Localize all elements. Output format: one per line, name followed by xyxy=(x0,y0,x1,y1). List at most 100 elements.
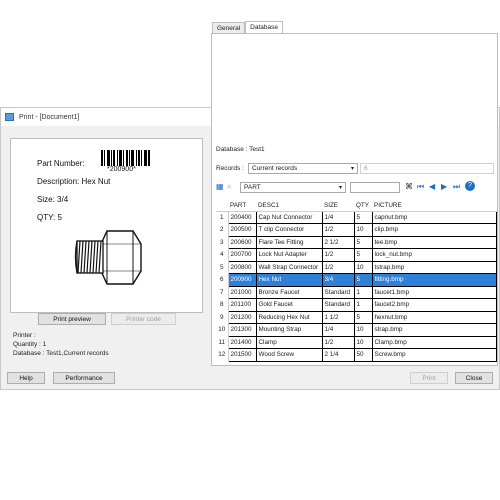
find-text-icon[interactable]: ⌘ xyxy=(405,182,413,191)
print-button[interactable]: Print xyxy=(410,372,448,384)
table-row[interactable]: 7 201000 Bronze Faucet Standard 1 faucet1.bmp xyxy=(216,285,497,299)
table-cell[interactable]: 1/2 xyxy=(321,223,355,237)
table-cell[interactable]: 2 1/2 xyxy=(321,235,355,249)
column-header[interactable]: DESC1 xyxy=(256,201,322,212)
table-cell[interactable]: lock_nut.bmp xyxy=(371,248,497,262)
table-cell[interactable]: Lock Nut Adapter xyxy=(255,248,323,262)
row-number[interactable]: 12 xyxy=(216,348,229,361)
table-row[interactable]: 11 201400 Clamp 1/2 10 Clamp.bmp xyxy=(216,335,497,349)
table-cell[interactable]: 201200 xyxy=(227,310,257,324)
table-cell[interactable]: 5 xyxy=(353,273,373,287)
row-number[interactable]: 5 xyxy=(216,261,229,274)
table-row[interactable]: 9 201200 Reducing Hex Nut 1 1/2 5 hexnut.bmp xyxy=(216,310,497,324)
table-cell[interactable]: capnut.bmp xyxy=(371,210,497,224)
table-cell[interactable]: Cap Nut Connector xyxy=(255,210,323,224)
table-cell[interactable]: 10 xyxy=(353,260,373,274)
binoculars-icon[interactable]: ⌕ xyxy=(227,182,231,192)
table-cell[interactable]: tee.bmp xyxy=(371,235,497,249)
row-number[interactable]: 3 xyxy=(216,236,229,249)
table-cell[interactable]: faucet1.bmp xyxy=(371,285,497,299)
help-icon[interactable]: ? xyxy=(465,181,475,191)
table-cell[interactable]: Clamp xyxy=(255,335,323,349)
help-button[interactable]: Help xyxy=(7,372,45,384)
table-cell[interactable]: tstrap.bmp xyxy=(371,260,497,274)
tab-database[interactable]: Database xyxy=(245,21,283,33)
table-icon[interactable]: ▦ xyxy=(216,182,224,191)
row-number[interactable]: 10 xyxy=(216,323,229,336)
last-record-icon[interactable]: ⏭ xyxy=(453,182,460,192)
table-cell[interactable]: Mounting Strap xyxy=(255,323,323,337)
table-cell[interactable]: 201000 xyxy=(227,285,257,299)
row-number[interactable]: 9 xyxy=(216,311,229,324)
search-input[interactable] xyxy=(350,182,400,193)
column-header[interactable]: PART xyxy=(228,201,256,212)
table-cell[interactable]: 201300 xyxy=(227,323,257,337)
table-cell[interactable]: Screw.bmp xyxy=(371,348,497,362)
previous-record-icon[interactable]: ◀ xyxy=(429,182,435,191)
row-number[interactable]: 11 xyxy=(216,336,229,349)
table-cell[interactable]: 5 xyxy=(353,210,373,224)
row-number[interactable]: 4 xyxy=(216,248,229,261)
table-cell[interactable]: strap.bmp xyxy=(371,323,497,337)
row-number[interactable]: 1 xyxy=(216,211,229,224)
table-row[interactable]: 2 200500 T clip Connector 1/2 10 clip.bmp xyxy=(216,223,497,237)
table-cell[interactable]: Hex Nut xyxy=(255,273,323,287)
row-number[interactable]: 7 xyxy=(216,286,229,299)
performance-button[interactable]: Performance xyxy=(53,372,115,384)
table-cell[interactable]: 201100 xyxy=(227,298,257,312)
table-cell[interactable]: 1/4 xyxy=(321,323,355,337)
table-cell[interactable]: 1/2 xyxy=(321,248,355,262)
table-cell[interactable]: 5 xyxy=(353,310,373,324)
close-button[interactable]: Close xyxy=(455,372,493,384)
records-count-field[interactable]: 6 xyxy=(360,163,494,174)
print-preview-button[interactable]: Print preview xyxy=(38,313,106,325)
table-cell[interactable]: 1/2 xyxy=(321,260,355,274)
column-header[interactable]: PICTURE xyxy=(372,201,497,212)
row-number[interactable]: 2 xyxy=(216,223,229,236)
table-cell[interactable]: faucet2.bmp xyxy=(371,298,497,312)
table-cell[interactable]: 200700 xyxy=(227,248,257,262)
table-row[interactable]: 12 201500 Wood Screw 2 1/4 50 Screw.bmp xyxy=(216,348,497,362)
table-cell[interactable]: 200800 xyxy=(227,260,257,274)
records-select[interactable]: Current records ▾ xyxy=(248,163,358,174)
table-cell[interactable]: 10 xyxy=(353,223,373,237)
table-cell[interactable]: 201400 xyxy=(227,335,257,349)
column-header[interactable]: SIZE xyxy=(322,201,354,212)
table-row[interactable]: 1 200400 Cap Nut Connector 1/4 5 capnut.bmp xyxy=(216,210,497,224)
table-cell[interactable]: 1 1/2 xyxy=(321,310,355,324)
field-select[interactable]: PART ▾ xyxy=(240,182,346,193)
table-cell[interactable]: Wood Screw xyxy=(255,348,323,362)
table-cell[interactable]: 200900 xyxy=(227,273,257,287)
table-cell[interactable]: T clip Connector xyxy=(255,223,323,237)
table-row[interactable]: 10 201300 Mounting Strap 1/4 10 strap.bmp xyxy=(216,323,497,337)
table-cell[interactable]: Flare Tee Fitting xyxy=(255,235,323,249)
table-cell[interactable]: Wall Strap Connector xyxy=(255,260,323,274)
table-cell[interactable]: Reducing Hex Nut xyxy=(255,310,323,324)
table-cell[interactable]: 200600 xyxy=(227,235,257,249)
table-cell[interactable]: 3/4 xyxy=(321,273,355,287)
first-record-icon[interactable]: ⏮ xyxy=(417,182,424,192)
table-row[interactable]: 3 200600 Flare Tee Fitting 2 1/2 5 tee.bmp xyxy=(216,235,497,249)
table-cell[interactable]: 201500 xyxy=(227,348,257,362)
table-cell[interactable]: 5 xyxy=(353,248,373,262)
table-cell[interactable]: 1/2 xyxy=(321,335,355,349)
table-cell[interactable]: 10 xyxy=(353,335,373,349)
table-cell[interactable]: 1/4 xyxy=(321,210,355,224)
table-cell[interactable]: 1 xyxy=(353,298,373,312)
table-row[interactable]: 4 200700 Lock Nut Adapter 1/2 5 lock_nut.bmp xyxy=(216,248,497,262)
row-number[interactable]: 8 xyxy=(216,298,229,311)
table-cell[interactable]: fitting.bmp xyxy=(371,273,497,287)
table-cell[interactable]: Clamp.bmp xyxy=(371,335,497,349)
table-cell[interactable]: 10 xyxy=(353,323,373,337)
table-cell[interactable]: Standard xyxy=(321,285,355,299)
table-cell[interactable]: Gold Faucet xyxy=(255,298,323,312)
printer-code-button[interactable]: Printer code xyxy=(111,313,176,325)
table-cell[interactable]: clip.bmp xyxy=(371,223,497,237)
table-cell[interactable]: 1 xyxy=(353,285,373,299)
next-record-icon[interactable]: ▶ xyxy=(441,182,447,191)
column-header[interactable]: QTY xyxy=(354,201,372,212)
table-cell[interactable]: 200500 xyxy=(227,223,257,237)
table-row[interactable]: 5 200800 Wall Strap Connector 1/2 10 tstrap.b… xyxy=(216,260,497,274)
table-row[interactable]: 6 200900 Hex Nut 3/4 5 fitting.bmp xyxy=(216,273,497,287)
table-cell[interactable]: 5 xyxy=(353,235,373,249)
